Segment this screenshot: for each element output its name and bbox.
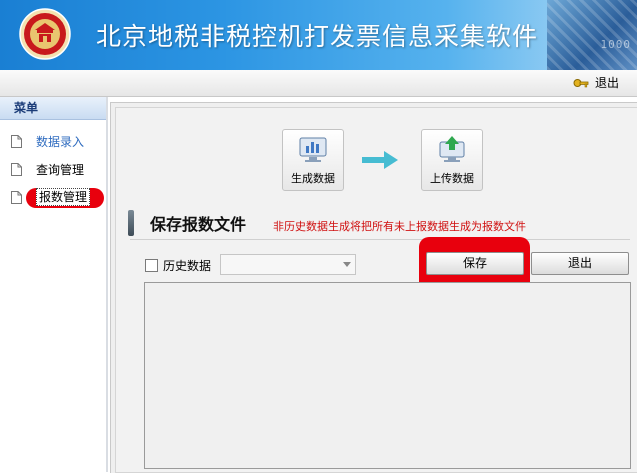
section-divider <box>130 239 630 240</box>
chart-monitor-icon <box>299 137 327 162</box>
history-select[interactable] <box>220 254 356 275</box>
section-note: 非历史数据生成将把所有未上报数据生成为报数文件 <box>273 220 526 233</box>
sidebar-item-report[interactable]: 报数管理 <box>0 186 106 210</box>
sidebar-item-data-entry[interactable]: 数据录入 <box>0 130 106 154</box>
sidebar-item-label: 数据录入 <box>36 135 85 149</box>
app-header: 北京地税非税控机打发票信息采集软件 1000 <box>0 0 637 70</box>
output-area[interactable] <box>144 282 631 469</box>
arrow-right-icon <box>362 151 398 169</box>
document-icon <box>11 163 22 176</box>
header-decoration: 1000 <box>547 0 637 70</box>
generate-data-button[interactable]: 生成数据 <box>282 129 344 191</box>
sidebar-item-label: 报数管理 <box>36 188 91 206</box>
upload-data-button[interactable]: 上传数据 <box>421 129 483 191</box>
upload-data-label: 上传数据 <box>430 172 474 185</box>
document-icon <box>11 191 22 204</box>
history-checkbox-group[interactable]: 历史数据 <box>145 257 211 274</box>
sidebar-item-query[interactable]: 查询管理 <box>0 158 106 182</box>
upload-monitor-icon <box>439 136 465 162</box>
logout-label: 退出 <box>594 76 619 90</box>
history-checkbox[interactable] <box>145 259 158 272</box>
section-title: 保存报数文件 <box>150 215 247 234</box>
sidebar-menu: 菜单 数据录入 查询管理 报数管理 <box>0 97 108 472</box>
logout-link[interactable]: 退出 <box>573 74 619 91</box>
tax-emblem-icon <box>19 8 71 60</box>
document-icon <box>11 135 22 148</box>
chevron-down-icon <box>343 262 351 267</box>
top-toolbar: 退出 <box>0 70 637 97</box>
app-title: 北京地税非税控机打发票信息采集软件 <box>96 22 539 51</box>
generate-data-label: 生成数据 <box>291 172 335 185</box>
section-marker <box>128 210 134 236</box>
sidebar-item-label: 查询管理 <box>36 163 85 177</box>
key-icon <box>573 78 589 87</box>
save-button[interactable]: 保存 <box>426 252 524 275</box>
exit-button[interactable]: 退出 <box>531 252 629 275</box>
history-checkbox-label: 历史数据 <box>163 259 212 273</box>
sidebar-title: 菜单 <box>0 97 106 120</box>
